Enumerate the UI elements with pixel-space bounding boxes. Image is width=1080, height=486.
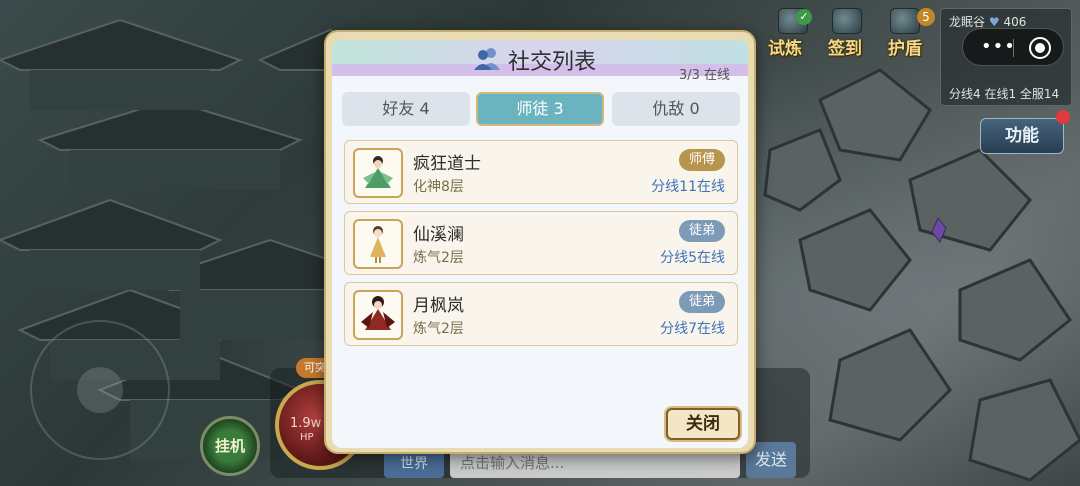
mini-program-capsule: ••• [962,28,1064,66]
online-count: 3/3 在线 [678,68,730,83]
avatar [353,148,403,198]
check-badge-icon: ✓ [796,9,812,25]
notification-dot [1056,110,1070,124]
shield-button[interactable]: 护盾 [888,34,922,59]
people-icon [474,48,500,70]
social-list-dialog: 社交列表 3/3 在线 好友 4 师徒 3 仇敌 0 疯狂道士 化神8层 师傅 … [324,30,756,454]
character-avatar-icon [363,156,393,188]
minimap-status: 分线4 在线1 全服14 [949,87,1060,101]
hp-label: HP [300,432,314,443]
list-item[interactable]: 月枫岚 炼气2层 徒弟 分线7在线 [344,282,738,346]
virtual-joystick[interactable] [30,320,170,460]
capsule-divider [1013,39,1014,57]
avatar [353,219,403,269]
more-dots-icon[interactable]: ••• [981,38,1016,56]
shield-badge: 5 [917,8,935,26]
list-item[interactable]: 仙溪澜 炼气2层 徒弟 分线5在线 [344,211,738,275]
trial-button[interactable]: 试炼 [768,34,802,59]
signin-icon [832,8,862,34]
minimap-coord: 406 [1003,15,1027,29]
entry-line-status: 分线5在线 [660,250,725,266]
dialog-title: 社交列表 [508,50,597,75]
character-avatar-icon [361,296,395,330]
role-tag: 徒弟 [678,291,725,313]
entry-level: 炼气2层 [413,321,464,337]
tab-enemies[interactable]: 仇敌 0 [612,92,740,126]
entry-name: 仙溪澜 [413,225,464,245]
tab-mentorship[interactable]: 师徒 3 [476,92,604,126]
list-item[interactable]: 疯狂道士 化神8层 师傅 分线11在线 [344,140,738,204]
entry-name: 月枫岚 [413,296,464,316]
minimap-location: 龙眠谷 [949,15,986,29]
shield-icon [890,8,920,34]
signin-button[interactable]: 签到 [828,34,862,59]
dialog-body: 社交列表 3/3 在线 好友 4 师徒 3 仇敌 0 疯狂道士 化神8层 师傅 … [332,40,748,448]
tab-friends[interactable]: 好友 4 [342,92,470,126]
hp-value: 1.9w [290,416,322,431]
avatar [353,290,403,340]
entry-line-status: 分线7在线 [660,321,725,337]
exit-target-icon[interactable] [1029,37,1051,59]
entry-level: 炼气2层 [413,250,464,266]
role-tag: 徒弟 [678,220,725,242]
function-button[interactable]: 功能 [980,118,1064,154]
auto-battle-button[interactable]: 挂机 [200,416,260,476]
role-tag: 师傅 [678,149,725,171]
chat-channel-select[interactable]: 世界 [384,450,444,478]
entry-line-status: 分线11在线 [651,179,725,195]
character-avatar-icon [370,226,386,263]
entry-name: 疯狂道士 [413,154,481,174]
close-button[interactable]: 关闭 [666,408,740,440]
entry-level: 化神8层 [413,179,464,195]
heart-icon: ♥ [988,15,1000,29]
